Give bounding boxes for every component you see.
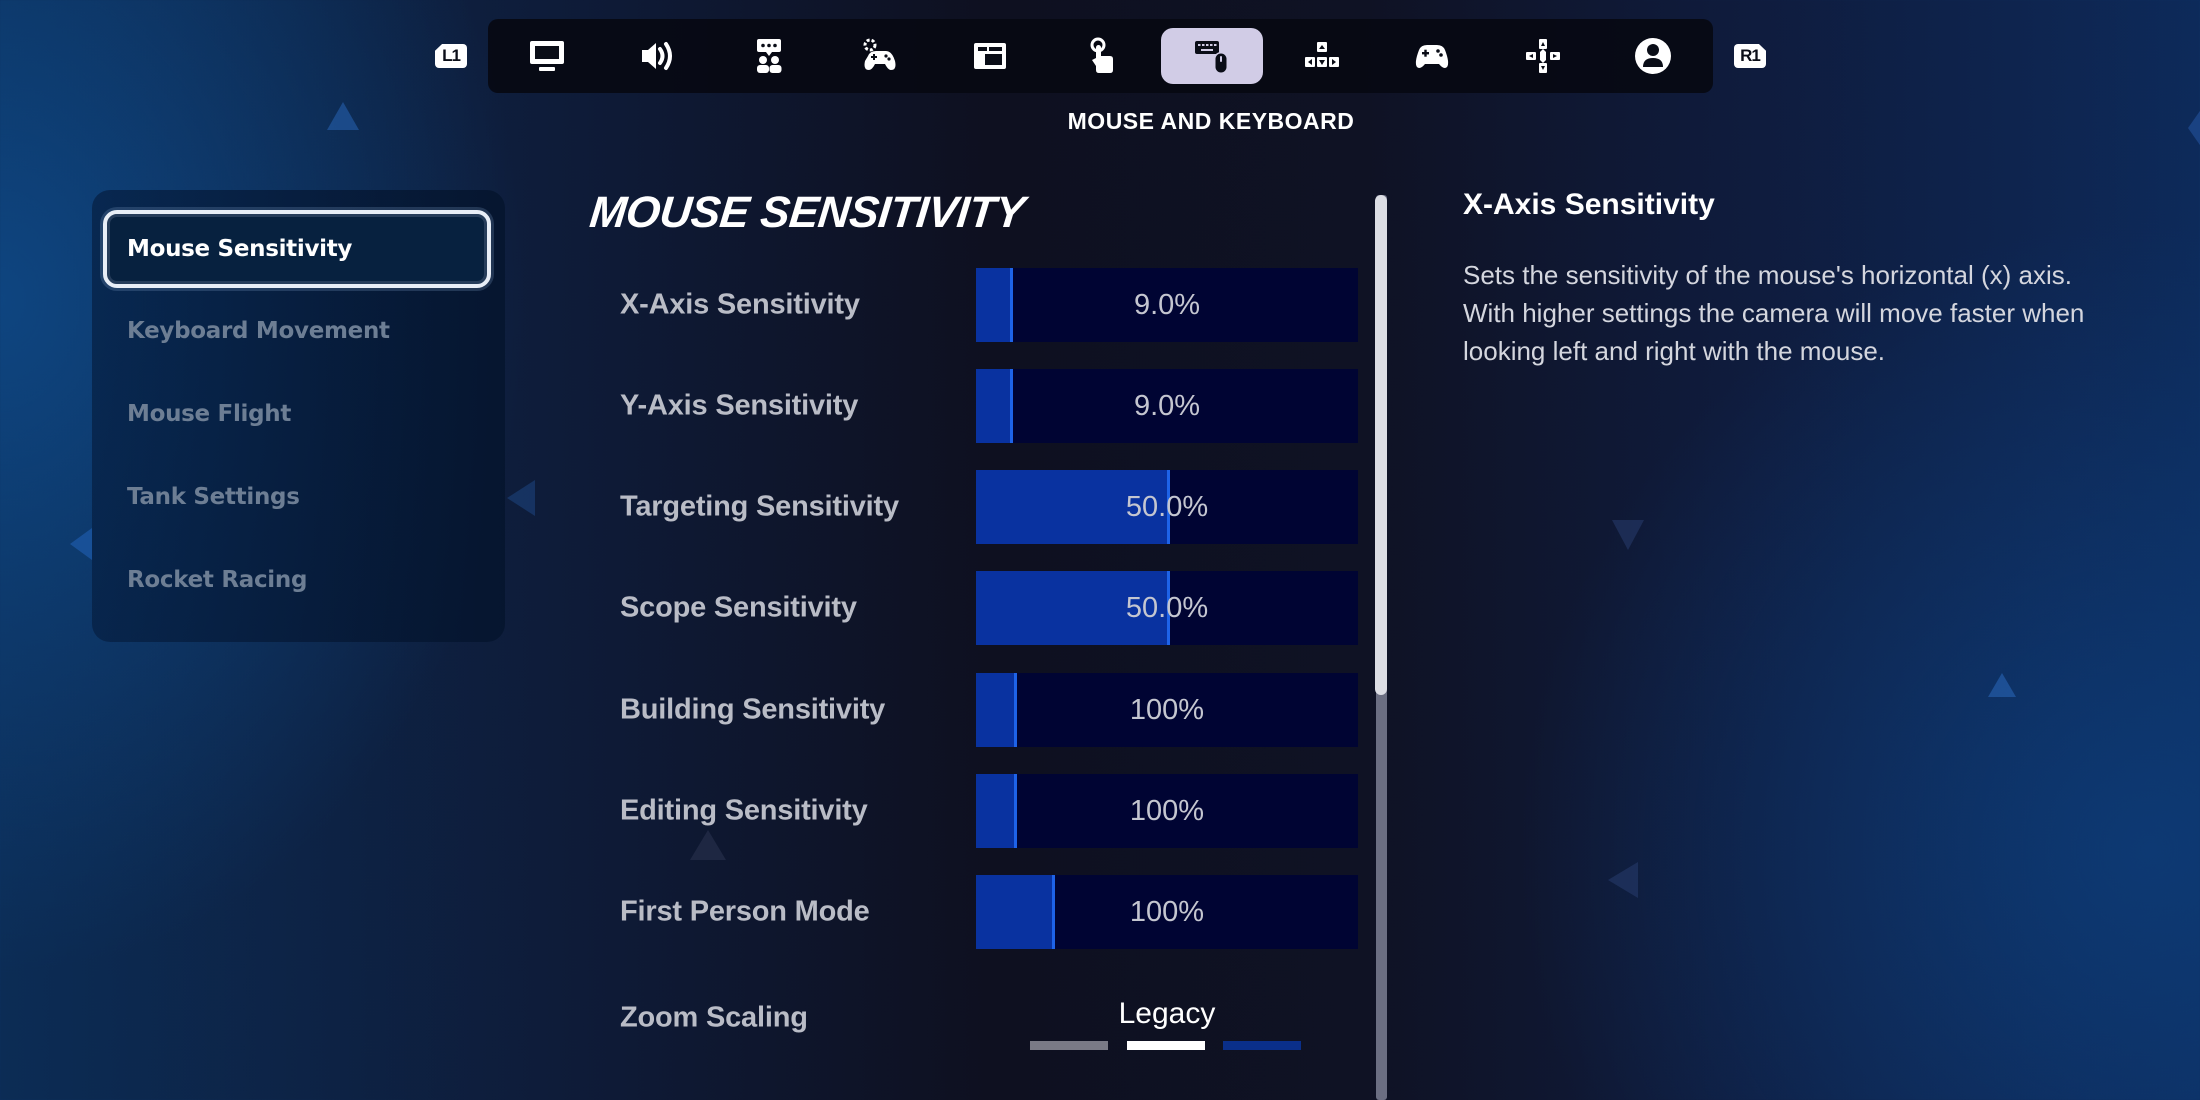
touch-pointer-icon — [1090, 37, 1113, 73]
accessibility-chat-icon — [757, 39, 782, 73]
tab-controller-bindings[interactable] — [1515, 28, 1571, 84]
scrollbar-thumb[interactable] — [1375, 195, 1387, 695]
arrow-keys-icon — [1305, 42, 1339, 67]
tab-mouse-and-keyboard[interactable] — [1161, 28, 1263, 84]
slider-first-person-mode[interactable]: 100% — [976, 875, 1358, 949]
setting-label-editing-sensitivity: Editing Sensitivity — [620, 794, 868, 827]
tab-touch[interactable] — [1073, 28, 1129, 84]
window-layout-icon — [974, 43, 1006, 69]
tab-hud[interactable] — [962, 28, 1018, 84]
bg-triangle — [690, 830, 726, 860]
zoom-scaling-option-pip[interactable] — [1223, 1041, 1301, 1050]
setting-label-building-sensitivity: Building Sensitivity — [620, 693, 886, 726]
slider-value: 100% — [1129, 895, 1205, 928]
description-title: X-Axis Sensitivity — [1463, 188, 1715, 221]
setting-label-zoom-scaling: Zoom Scaling — [620, 1001, 808, 1034]
bg-triangle — [1988, 673, 2016, 697]
zoom-scaling-option-pip-selected[interactable] — [1127, 1041, 1205, 1050]
active-tab-title: MOUSE AND KEYBOARD — [1067, 108, 1355, 134]
subcategory-rocket-racing[interactable]: Rocket Racing — [127, 567, 307, 593]
tab-game[interactable] — [852, 28, 908, 84]
slider-value: 9.0% — [1133, 288, 1201, 321]
dpad-icon — [1526, 39, 1560, 73]
description-body: Sets the sensitivity of the mouse's hori… — [1463, 260, 2085, 366]
controller-settings-icon — [863, 38, 896, 70]
setting-label-scope-sensitivity: Scope Sensitivity — [620, 591, 857, 624]
speaker-icon — [642, 42, 672, 70]
slider-value: 100% — [1129, 794, 1205, 827]
zoom-scaling-selector[interactable]: Legacy — [976, 997, 1358, 1031]
r1-button-hint[interactable]: R1 — [1734, 44, 1766, 68]
l1-button-hint[interactable]: L1 — [435, 44, 467, 68]
bg-triangle — [507, 480, 535, 516]
slider-value: 50.0% — [1125, 490, 1209, 523]
tab-account[interactable] — [1625, 28, 1681, 84]
monitor-icon — [530, 41, 564, 71]
slider-y-axis-sensitivity[interactable]: 9.0% — [976, 369, 1358, 443]
slider-building-sensitivity[interactable]: 100% — [976, 673, 1358, 747]
tab-video[interactable] — [519, 28, 575, 84]
setting-label-x-axis-sensitivity: X-Axis Sensitivity — [620, 288, 860, 321]
gamepad-icon — [1415, 45, 1449, 68]
section-title: MOUSE SENSITIVITY — [587, 188, 1027, 237]
tab-accessibility[interactable] — [741, 28, 797, 84]
zoom-scaling-option-pip[interactable] — [1030, 1041, 1108, 1050]
slider-targeting-sensitivity[interactable]: 50.0% — [976, 470, 1358, 544]
setting-label-targeting-sensitivity: Targeting Sensitivity — [620, 490, 899, 523]
slider-value: 9.0% — [1133, 389, 1201, 422]
subcategory-panel: Mouse Sensitivity Keyboard Movement Mous… — [92, 190, 505, 642]
keyboard-mouse-icon — [1195, 41, 1228, 74]
slider-scope-sensitivity[interactable]: 50.0% — [976, 571, 1358, 645]
tab-audio[interactable] — [630, 28, 686, 84]
tab-controller[interactable] — [1404, 28, 1460, 84]
subcategory-tank-settings[interactable]: Tank Settings — [127, 484, 300, 510]
slider-editing-sensitivity[interactable]: 100% — [976, 774, 1358, 848]
slider-x-axis-sensitivity[interactable]: 9.0% — [976, 268, 1358, 342]
bg-triangle — [1608, 862, 1638, 898]
slider-value: 50.0% — [1125, 591, 1209, 624]
slider-value: 100% — [1129, 693, 1205, 726]
bg-triangle — [70, 528, 92, 560]
subcategory-mouse-flight[interactable]: Mouse Flight — [127, 401, 291, 427]
bg-triangle — [1612, 520, 1644, 550]
tab-keyboard-controls[interactable] — [1294, 28, 1350, 84]
setting-label-y-axis-sensitivity: Y-Axis Sensitivity — [620, 389, 859, 422]
account-icon — [1635, 38, 1671, 74]
setting-label-first-person-mode: First Person Mode — [620, 895, 870, 928]
subcategory-keyboard-movement[interactable]: Keyboard Movement — [127, 318, 390, 344]
subcategory-mouse-sensitivity[interactable]: Mouse Sensitivity — [103, 210, 491, 288]
